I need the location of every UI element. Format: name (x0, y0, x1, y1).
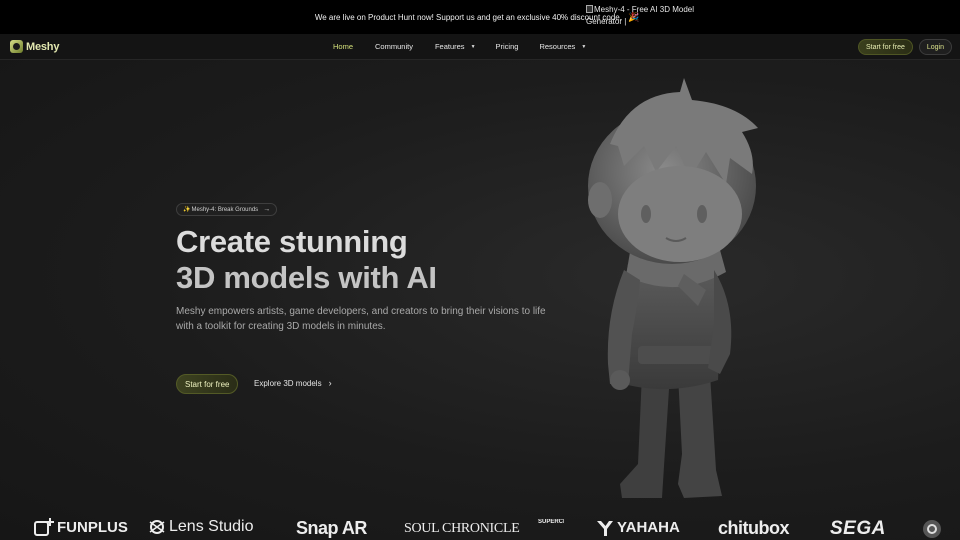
nav-features-label: Features (434, 42, 465, 51)
partner-logo-partial (922, 519, 942, 539)
main-menu: Home Community Features ▼ Pricing Resour… (333, 42, 586, 51)
hero-title-line1: Create stunning (176, 224, 408, 259)
nav-pricing[interactable]: Pricing (496, 42, 519, 51)
chevron-right-icon: › (328, 378, 332, 388)
partner-logo-chitubox: chitubox (718, 518, 790, 539)
partner-logo-sega: SEGA (830, 518, 886, 540)
partner-logo-yahaha: YAHAHA (596, 519, 680, 536)
product-hunt-badge-link[interactable]: Meshy-4 - Free AI 3D Model Generator | (586, 4, 696, 28)
sparkle-icon: ✨ (183, 207, 191, 213)
broken-image-icon (586, 5, 593, 13)
logo-text: Meshy (26, 40, 60, 53)
announcement-text: We are live on Product Hunt now! Support… (314, 12, 622, 22)
lens-studio-icon (149, 520, 165, 534)
release-badge-label: Meshy-4: Break Grounds (191, 206, 259, 213)
login-button[interactable]: Login (918, 39, 952, 55)
partner-name: SOUL CHRONICLE (404, 521, 520, 536)
top-nav: Meshy Home Community Features ▼ Pricing … (0, 34, 960, 60)
release-badge[interactable]: ✨ Meshy-4: Break Grounds → (176, 203, 278, 216)
meshy-logo-icon (10, 40, 23, 53)
hero-title: Create stunning 3D models with AI (176, 224, 437, 296)
3d-character-model (588, 78, 758, 498)
partner-logo-snap-ar: Snap AR (296, 518, 367, 539)
hero-title-line2: 3D models with AI (176, 260, 437, 295)
hero-background (0, 60, 960, 540)
caret-down-icon: ▼ (470, 43, 476, 50)
nav-resources[interactable]: Resources ▼ (539, 42, 586, 51)
hero-subtitle: Meshy empowers artists, game developers,… (176, 306, 546, 332)
partner-name: SUPERCELL (538, 519, 564, 525)
funplus-icon (34, 518, 54, 536)
partner-name: chitubox (718, 518, 790, 538)
partner-name: Lens Studio (169, 518, 254, 535)
product-hunt-badge-alt: Meshy-4 - Free AI 3D Model Generator | (586, 5, 695, 26)
explore-models-label: Explore 3D models (254, 378, 322, 388)
nav-home[interactable]: Home (333, 42, 353, 51)
partner-name: YAHAHA (617, 519, 680, 536)
hero-start-button[interactable]: Start for free (176, 374, 239, 394)
caret-down-icon: ▼ (581, 43, 587, 50)
arrow-right-icon: → (263, 206, 271, 213)
nav-community[interactable]: Community (375, 42, 413, 51)
nav-start-button[interactable]: Start for free (857, 39, 913, 55)
partner-logo-supercell: SUPERCELL (538, 519, 564, 526)
nav-features[interactable]: Features ▼ (435, 42, 476, 51)
partner-name: SEGA (830, 518, 886, 539)
nav-resources-label: Resources (539, 42, 576, 51)
announcement-bar: We are live on Product Hunt now! Support… (0, 0, 960, 34)
partner-logos: FUNPLUS Lens Studio Snap AR SOUL CHRONIC… (0, 514, 960, 540)
nav-actions: Start for free Login (857, 39, 952, 55)
explore-models-link[interactable]: Explore 3D models › (254, 378, 332, 388)
yahaha-icon (597, 520, 613, 536)
partner-logo-soul-chronicle: SOUL CHRONICLE (404, 521, 520, 537)
partner-circle-icon (923, 520, 941, 538)
logo-link[interactable]: Meshy (10, 40, 59, 53)
partner-logo-funplus: FUNPLUS (34, 518, 128, 536)
partner-name: FUNPLUS (57, 518, 128, 536)
partner-name: Snap AR (296, 518, 367, 538)
partner-logo-lens-studio: Lens Studio (148, 518, 254, 536)
